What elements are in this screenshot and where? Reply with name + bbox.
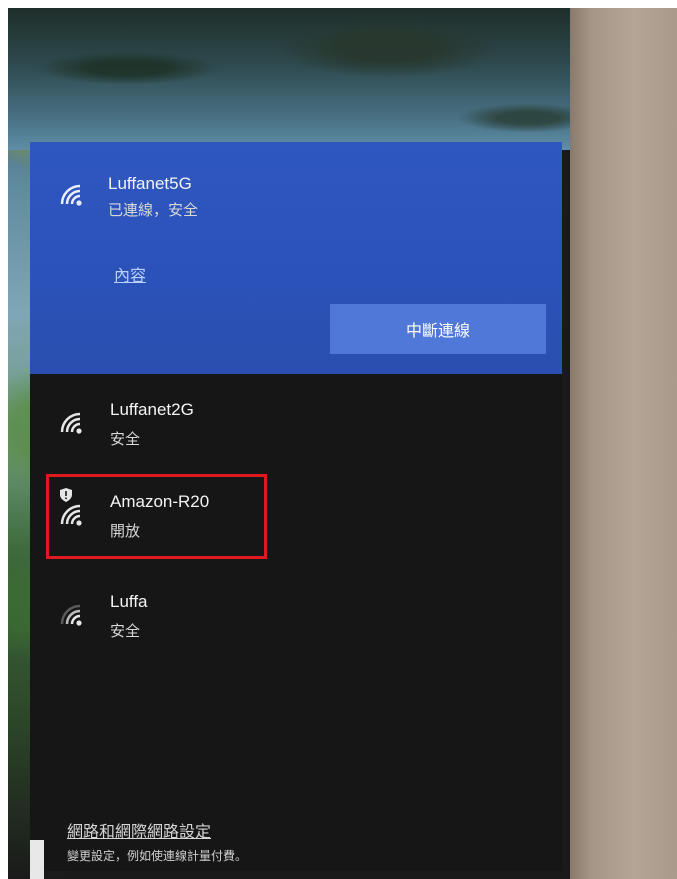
network-item[interactable]: Luffa 安全 — [30, 574, 562, 654]
disconnect-button[interactable]: 中斷連線 — [330, 304, 546, 354]
network-status: 已連線，安全 — [108, 201, 199, 219]
network-settings-description: 變更設定，例如使連線計量付費。 — [67, 849, 248, 863]
network-status: 安全 — [110, 430, 141, 448]
wifi-signal-icon — [58, 602, 88, 628]
network-item[interactable]: Luffanet2G 安全 — [30, 382, 562, 462]
monitor-bezel — [570, 8, 677, 879]
wifi-signal-icon — [58, 182, 88, 208]
network-settings-link[interactable]: 網路和網際網路設定 — [67, 818, 211, 842]
wifi-signal-icon — [58, 410, 88, 436]
connected-network-card[interactable]: Luffanet5G 已連線，安全 內容 中斷連線 — [30, 142, 562, 374]
network-name: Luffanet5G — [108, 174, 192, 193]
network-name: Luffa — [110, 592, 148, 611]
desktop-wallpaper-top — [8, 8, 570, 150]
network-status: 安全 — [110, 622, 141, 640]
highlight-box — [46, 474, 267, 559]
network-name: Luffanet2G — [110, 400, 194, 419]
screen-edge — [30, 840, 44, 879]
properties-link[interactable]: 內容 — [114, 262, 146, 286]
